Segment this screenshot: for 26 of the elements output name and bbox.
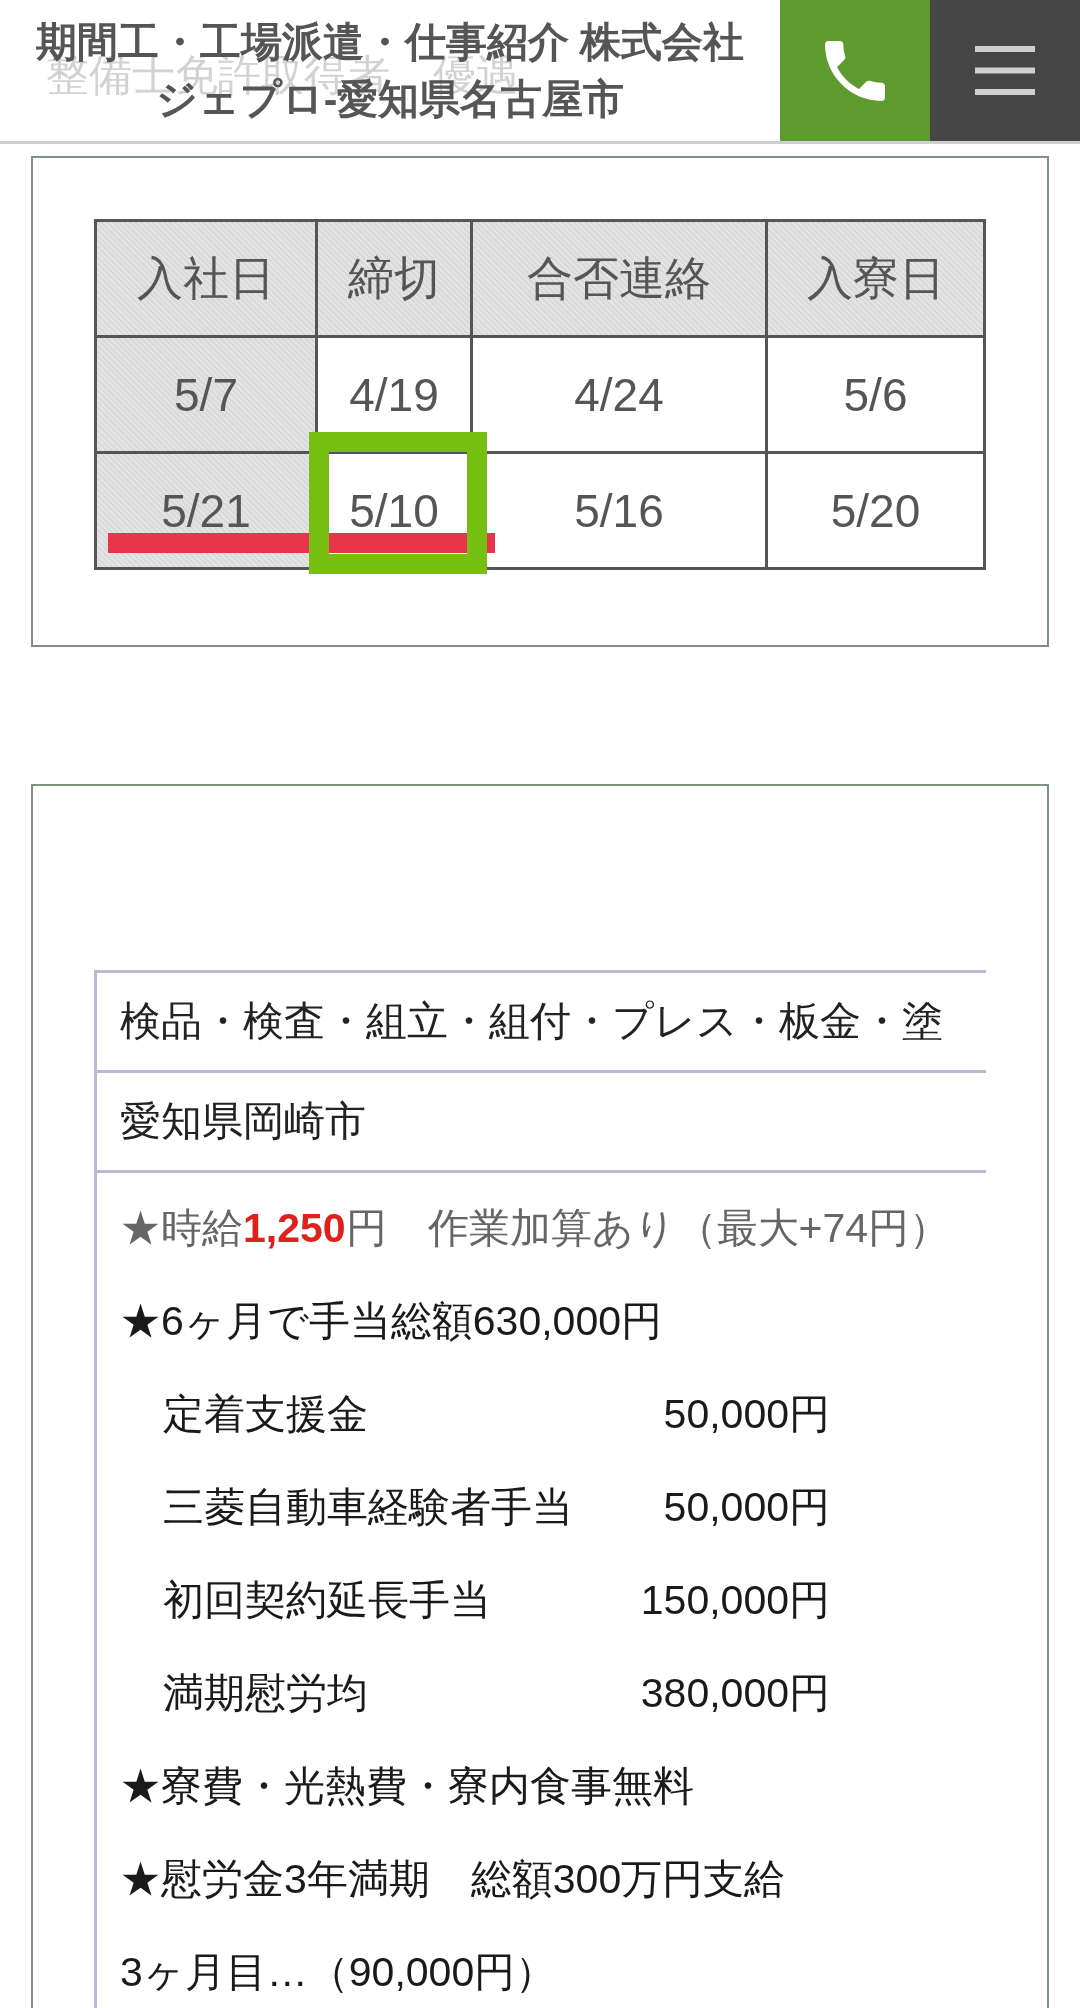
benefit-text: ★6ヶ月で手当総額630,000円	[120, 1297, 663, 1345]
table-cell: 愛知県岡崎市	[97, 1073, 986, 1173]
column-header: 入社日	[97, 222, 318, 338]
column-header: 締切	[318, 222, 473, 338]
phone-icon	[825, 40, 885, 101]
allowance-label: 満期慰労均	[163, 1669, 368, 1717]
benefit-text: ★寮費・光熱費・寮内食事無料	[120, 1762, 695, 1810]
allowance-amount: 50,000円	[663, 1483, 830, 1531]
wage-text: ★時給1,250円 作業加算あり（最大+74円）	[120, 1204, 952, 1252]
allowance-amount: 50,000円	[663, 1390, 830, 1438]
menu-button[interactable]	[930, 0, 1080, 141]
benefit-text: ★慰労金3年満期 総額300万円支給	[120, 1855, 787, 1903]
allowance-amount: 150,000円	[640, 1576, 830, 1624]
table-cell: 5/20	[768, 454, 986, 570]
benefit-text: 3ヶ月目…（90,000円）	[120, 1948, 558, 1996]
row-header: 5/7	[97, 338, 318, 454]
allowance-label: 定着支援金	[163, 1390, 368, 1438]
table-cell: 5/6	[768, 338, 986, 454]
phone-button[interactable]	[780, 0, 930, 141]
allowance-label: 三菱自動車経験者手当	[163, 1483, 573, 1531]
column-header: 合否連絡	[473, 222, 768, 338]
menu-icon	[975, 46, 1035, 95]
allowance-label: 初回契約延長手当	[163, 1576, 491, 1624]
table-cell: 検品・検査・組立・組付・プレス・板金・塗	[97, 973, 986, 1073]
allowance-amount: 380,000円	[640, 1669, 830, 1717]
column-header: 入寮日	[768, 222, 986, 338]
